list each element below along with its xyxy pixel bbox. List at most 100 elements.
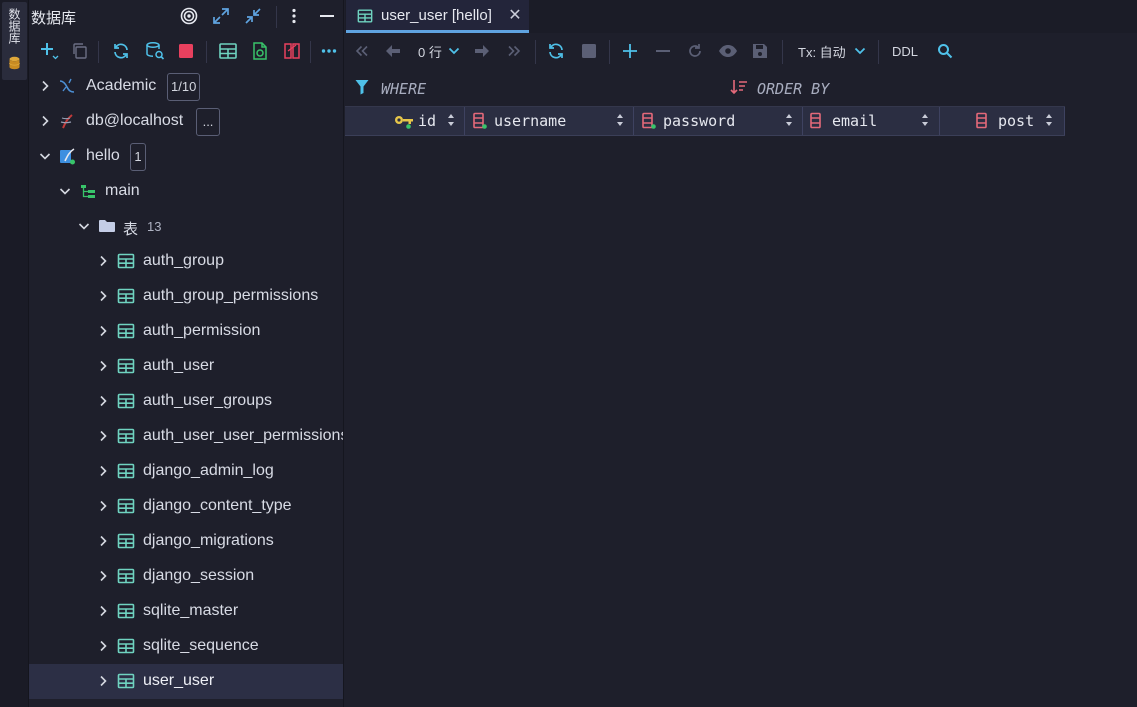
toolbar-divider: [609, 40, 610, 64]
column-name: post: [998, 112, 1035, 130]
more-vertical-icon[interactable]: [284, 6, 304, 26]
chevron-right-icon[interactable]: [97, 360, 109, 372]
stop-icon[interactable]: [581, 41, 597, 61]
where-filter-input[interactable]: WHERE: [381, 80, 426, 98]
transaction-mode-label: Tx: 自动: [798, 44, 846, 60]
tree-node-table[interactable]: auth_group: [29, 244, 343, 279]
tree-node-table[interactable]: auth_user_groups: [29, 384, 343, 419]
tree-node-table[interactable]: django_session: [29, 559, 343, 594]
stop-icon[interactable]: [176, 41, 196, 61]
tree-node-table[interactable]: django_admin_log: [29, 454, 343, 489]
first-page-icon[interactable]: [354, 41, 370, 61]
chevron-right-icon[interactable]: [39, 115, 51, 127]
database-tool-window-tab[interactable]: 数据库: [2, 2, 27, 80]
chevron-right-icon[interactable]: [97, 290, 109, 302]
column-header-id[interactable]: id: [345, 107, 465, 135]
chevron-right-icon[interactable]: [97, 430, 109, 442]
column-icon: [810, 112, 821, 129]
chevron-down-icon[interactable]: [78, 220, 90, 232]
table-icon[interactable]: [218, 41, 238, 61]
tree-node-table[interactable]: sqlite_sequence: [29, 629, 343, 664]
chevron-down-icon[interactable]: [39, 150, 51, 162]
session-count-badge: ...: [196, 108, 220, 136]
chevron-right-icon[interactable]: [97, 255, 109, 267]
chevron-right-icon[interactable]: [97, 395, 109, 407]
column-header-row: id username password email post: [345, 106, 1065, 136]
close-icon[interactable]: ✕: [506, 5, 524, 25]
sort-toggle-icon[interactable]: [784, 111, 794, 129]
editor-tab-user-user[interactable]: user_user [hello] ✕: [346, 0, 529, 33]
chevron-right-icon[interactable]: [97, 465, 109, 477]
sort-toggle-icon[interactable]: [920, 111, 930, 129]
tree-node-label: hello: [86, 147, 120, 164]
tree-node-table[interactable]: auth_user: [29, 349, 343, 384]
tree-node-table-selected[interactable]: user_user: [29, 664, 343, 699]
tree-node-table[interactable]: auth_permission: [29, 314, 343, 349]
sort-icon[interactable]: [730, 78, 748, 96]
chevron-down-icon[interactable]: [59, 185, 71, 197]
export-icon[interactable]: [250, 41, 270, 61]
next-page-icon[interactable]: [474, 41, 490, 61]
column-name: email: [832, 112, 878, 130]
target-icon[interactable]: [179, 6, 199, 26]
chevron-right-icon[interactable]: [97, 535, 109, 547]
table-icon: [117, 498, 135, 514]
transaction-mode-dropdown[interactable]: Tx: 自动: [798, 41, 866, 61]
tree-node-db-localhost[interactable]: db@localhost ...: [29, 104, 343, 139]
chevron-right-icon[interactable]: [97, 605, 109, 617]
search-icon[interactable]: [936, 41, 954, 61]
add-icon[interactable]: [39, 41, 59, 61]
tree-node-label: auth_group_permissions: [143, 287, 319, 304]
minimize-icon[interactable]: [317, 6, 337, 26]
column-header-password[interactable]: password: [634, 107, 803, 135]
ddl-button[interactable]: DDL: [892, 41, 918, 61]
tool-window-strip: 数据库: [0, 0, 29, 707]
save-icon[interactable]: [751, 41, 769, 61]
more-horizontal-icon[interactable]: [319, 41, 339, 61]
preview-icon[interactable]: [718, 41, 738, 61]
explorer-header: 数据库: [29, 0, 343, 33]
collapse-icon[interactable]: [243, 6, 263, 26]
order-by-input[interactable]: ORDER BY: [757, 80, 829, 98]
mysql-icon: [59, 78, 75, 93]
chevron-right-icon[interactable]: [97, 675, 109, 687]
add-row-icon[interactable]: [621, 41, 639, 61]
chevron-right-icon[interactable]: [39, 80, 51, 92]
tree-node-table[interactable]: sqlite_master: [29, 594, 343, 629]
table-icon: [117, 253, 135, 269]
chevron-right-icon[interactable]: [97, 640, 109, 652]
table-count: 13: [147, 219, 162, 234]
sort-toggle-icon[interactable]: [615, 111, 625, 129]
chevron-right-icon[interactable]: [97, 500, 109, 512]
chevron-right-icon[interactable]: [97, 325, 109, 337]
delete-row-icon[interactable]: [654, 41, 672, 61]
tree-node-label: main: [105, 182, 140, 199]
tree-node-hello[interactable]: hello 1: [29, 139, 343, 174]
tree-node-main-schema[interactable]: main: [29, 174, 343, 209]
tree-node-academic[interactable]: Academic 1/10: [29, 69, 343, 104]
filter-icon[interactable]: [355, 79, 369, 95]
refresh-icon[interactable]: [111, 41, 131, 61]
revert-icon[interactable]: [686, 41, 704, 61]
tree-node-table[interactable]: auth_user_user_permissions: [29, 419, 343, 454]
sort-toggle-icon[interactable]: [446, 111, 456, 129]
chevron-right-icon[interactable]: [97, 570, 109, 582]
grid-body[interactable]: [345, 137, 1137, 707]
copy-icon[interactable]: [70, 41, 90, 61]
column-header-email[interactable]: email: [803, 107, 940, 135]
sort-toggle-icon[interactable]: [1044, 111, 1054, 129]
query-icon[interactable]: [145, 41, 165, 61]
expand-icon[interactable]: [211, 6, 231, 26]
compare-icon[interactable]: [282, 41, 302, 61]
tree-node-label: db@localhost: [86, 112, 184, 129]
tree-node-tables-folder[interactable]: 表 13: [29, 209, 343, 244]
last-page-icon[interactable]: [506, 41, 522, 61]
column-header-post[interactable]: post: [940, 107, 1065, 135]
previous-page-icon[interactable]: [385, 41, 401, 61]
row-count-dropdown[interactable]: 0 行: [418, 41, 460, 61]
tree-node-table[interactable]: django_content_type: [29, 489, 343, 524]
tree-node-table[interactable]: auth_group_permissions: [29, 279, 343, 314]
column-header-username[interactable]: username: [465, 107, 634, 135]
refresh-icon[interactable]: [547, 41, 565, 61]
tree-node-table[interactable]: django_migrations: [29, 524, 343, 559]
